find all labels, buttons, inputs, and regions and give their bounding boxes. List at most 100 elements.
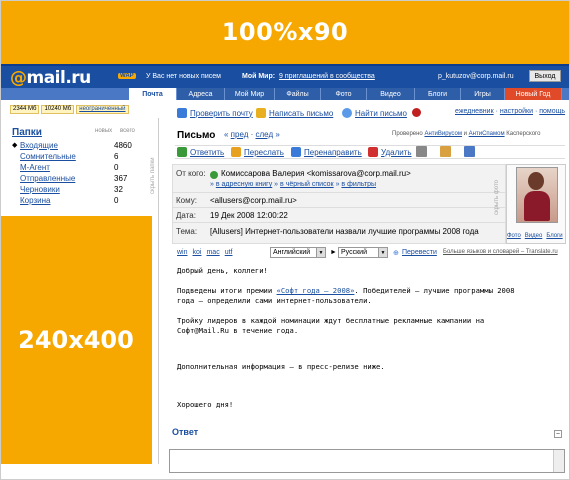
target-language-value: Русский xyxy=(341,249,367,256)
next-link[interactable]: след xyxy=(256,130,274,139)
photo-link[interactable]: Фото xyxy=(507,233,521,239)
translate-link[interactable]: Перевести xyxy=(402,249,437,256)
col-all-header: всего xyxy=(120,128,135,134)
minimize-icon[interactable]: – xyxy=(554,430,562,438)
sender-photo-head xyxy=(528,172,544,190)
to-label: Кому: xyxy=(176,196,197,205)
tab-my-world[interactable]: Мой Мир xyxy=(225,88,275,100)
add-to-blacklist-link[interactable]: в чёрный список xyxy=(280,181,334,188)
mailru-logo[interactable]: @mail.ru xyxy=(10,68,91,88)
find-mail-button[interactable]: Найти письмо xyxy=(342,108,407,118)
delete-button[interactable]: Удалить xyxy=(368,147,412,157)
banner-left: 240x400 xyxy=(0,216,152,464)
folders-title[interactable]: Папки xyxy=(12,127,42,138)
tab-blogs[interactable]: Блоги xyxy=(415,88,461,100)
body-paragraph-2: Тройку лидеров в каждой номинации ждут б… xyxy=(177,316,485,325)
from-value[interactable]: Комиссарова Валерия <komissarova@corp.ma… xyxy=(221,169,411,178)
chevron-down-icon: ▼ xyxy=(378,248,387,257)
folder-trash[interactable]: Корзина 0 xyxy=(12,195,140,205)
encoding-koi[interactable]: koi xyxy=(193,249,202,256)
folder-name[interactable]: Входящие xyxy=(20,141,114,150)
folder-name[interactable]: Корзина xyxy=(20,196,114,205)
settings-link[interactable]: настройки xyxy=(500,108,533,115)
folder-name[interactable]: Черновики xyxy=(20,185,114,194)
search-icon xyxy=(342,108,352,118)
top-right-links: ежедневник · настройки · помощь xyxy=(455,108,566,115)
delete-label: Удалить xyxy=(381,147,412,157)
no-new-mail-text: У Вас нет новых писем xyxy=(146,73,221,80)
from-label: От кого: xyxy=(176,169,206,178)
exit-button[interactable]: Выход xyxy=(529,70,561,82)
help-link[interactable]: помощь xyxy=(539,108,565,115)
body-closing: Хорошего дня! xyxy=(177,400,234,409)
save-icon[interactable] xyxy=(464,146,475,157)
wap-badge[interactable]: WAP xyxy=(118,73,136,79)
hide-folders-toggle[interactable]: скрыть папки xyxy=(150,128,156,194)
folder-count: 0 xyxy=(114,162,119,172)
soft-of-year-link[interactable]: «Софт года – 2008» xyxy=(277,286,355,295)
folder-drafts[interactable]: Черновики 32 xyxy=(12,184,140,194)
forward-icon xyxy=(231,147,241,157)
folder-inbox[interactable]: ◆ Входящие 4860 xyxy=(12,140,140,150)
reply-button[interactable]: Ответить xyxy=(177,147,224,157)
tab-photo[interactable]: Фото xyxy=(321,88,367,100)
tab-contacts[interactable]: Адреса xyxy=(177,88,225,100)
reply-title: Ответ xyxy=(172,427,199,437)
translate-icon: ⊕ xyxy=(393,250,399,257)
source-language-value: Английский xyxy=(273,249,311,256)
target-language-select[interactable]: Русский ▼ xyxy=(338,247,388,258)
folder-count: 4860 xyxy=(114,140,132,150)
reply-scrollbar[interactable] xyxy=(553,450,564,472)
tab-files[interactable]: Файлы xyxy=(275,88,321,100)
check-mail-button[interactable]: Проверить почту xyxy=(177,108,253,118)
tab-games[interactable]: Игры xyxy=(461,88,505,100)
encoding-utf[interactable]: utf xyxy=(225,249,233,256)
reply-textarea[interactable] xyxy=(169,449,565,473)
hide-photo-toggle[interactable]: скрыть фото xyxy=(494,180,500,215)
antispam-link[interactable]: АнтиСпамом xyxy=(469,131,505,137)
add-to-addressbook-link[interactable]: в адресную книгу xyxy=(216,181,272,188)
invites-link[interactable]: 9 приглашений в сообщества xyxy=(279,73,375,80)
archive-icon[interactable] xyxy=(440,146,451,157)
folder-spam[interactable]: Сомнительные 6 xyxy=(12,151,140,161)
folder-name[interactable]: Отправленные xyxy=(20,174,114,183)
tab-new-year[interactable]: Новый Год xyxy=(505,88,562,100)
diary-link[interactable]: ежедневник xyxy=(455,108,494,115)
folder-m-agent[interactable]: М-Агент 0 xyxy=(12,162,140,172)
more-languages-link[interactable]: Больше языков и словарей – Translate.ru xyxy=(443,249,558,255)
folder-name[interactable]: Сомнительные xyxy=(20,152,114,161)
folder-name[interactable]: М-Агент xyxy=(20,163,114,172)
subject-label: Тема: xyxy=(176,227,198,236)
body-text-run: Подведены итоги премии xyxy=(177,286,277,295)
folder-count: 32 xyxy=(114,184,123,194)
col-new-header: новых xyxy=(95,128,113,134)
encoding-mac[interactable]: mac xyxy=(206,249,219,256)
body-paragraph-2-cont: Софт@Mail.Ru в течение года. xyxy=(177,326,299,335)
blogs-link[interactable]: Блоги xyxy=(546,233,562,239)
pencil-icon xyxy=(256,108,266,118)
print-icon[interactable] xyxy=(416,146,427,157)
av-and-text: и xyxy=(463,131,467,137)
message-nav: « пред · след » xyxy=(224,130,280,139)
prev-link[interactable]: пред xyxy=(231,130,249,139)
write-mail-button[interactable]: Написать письмо xyxy=(256,108,333,118)
body-paragraph-3: Дополнительная информация – в пресс-рели… xyxy=(177,362,385,371)
antivirus-link[interactable]: АнтиВирусом xyxy=(424,131,462,137)
ladybug-icon[interactable] xyxy=(412,108,421,117)
find-mail-label: Найти письмо xyxy=(355,108,407,118)
forward-button[interactable]: Переслать xyxy=(231,147,284,157)
quota-unlimited-link[interactable]: неограниченный xyxy=(76,105,129,114)
video-link[interactable]: Видео xyxy=(525,233,543,239)
sidebar-divider xyxy=(158,118,159,464)
tab-video[interactable]: Видео xyxy=(367,88,415,100)
redirect-button[interactable]: Перенаправить xyxy=(291,147,362,157)
kaspersky-text: Касперского xyxy=(506,131,541,137)
add-to-filters-link[interactable]: в фильтры xyxy=(341,181,376,188)
date-label: Дата: xyxy=(176,211,196,220)
source-language-select[interactable]: Английский ▼ xyxy=(270,247,326,258)
encoding-links: win koi mac utf xyxy=(177,249,233,256)
folder-sent[interactable]: Отправленные 367 xyxy=(12,173,140,183)
tab-mail[interactable]: Почта xyxy=(129,88,177,100)
encoding-win[interactable]: win xyxy=(177,249,188,256)
user-email: p_kutuzov@corp.mail.ru xyxy=(438,73,514,80)
